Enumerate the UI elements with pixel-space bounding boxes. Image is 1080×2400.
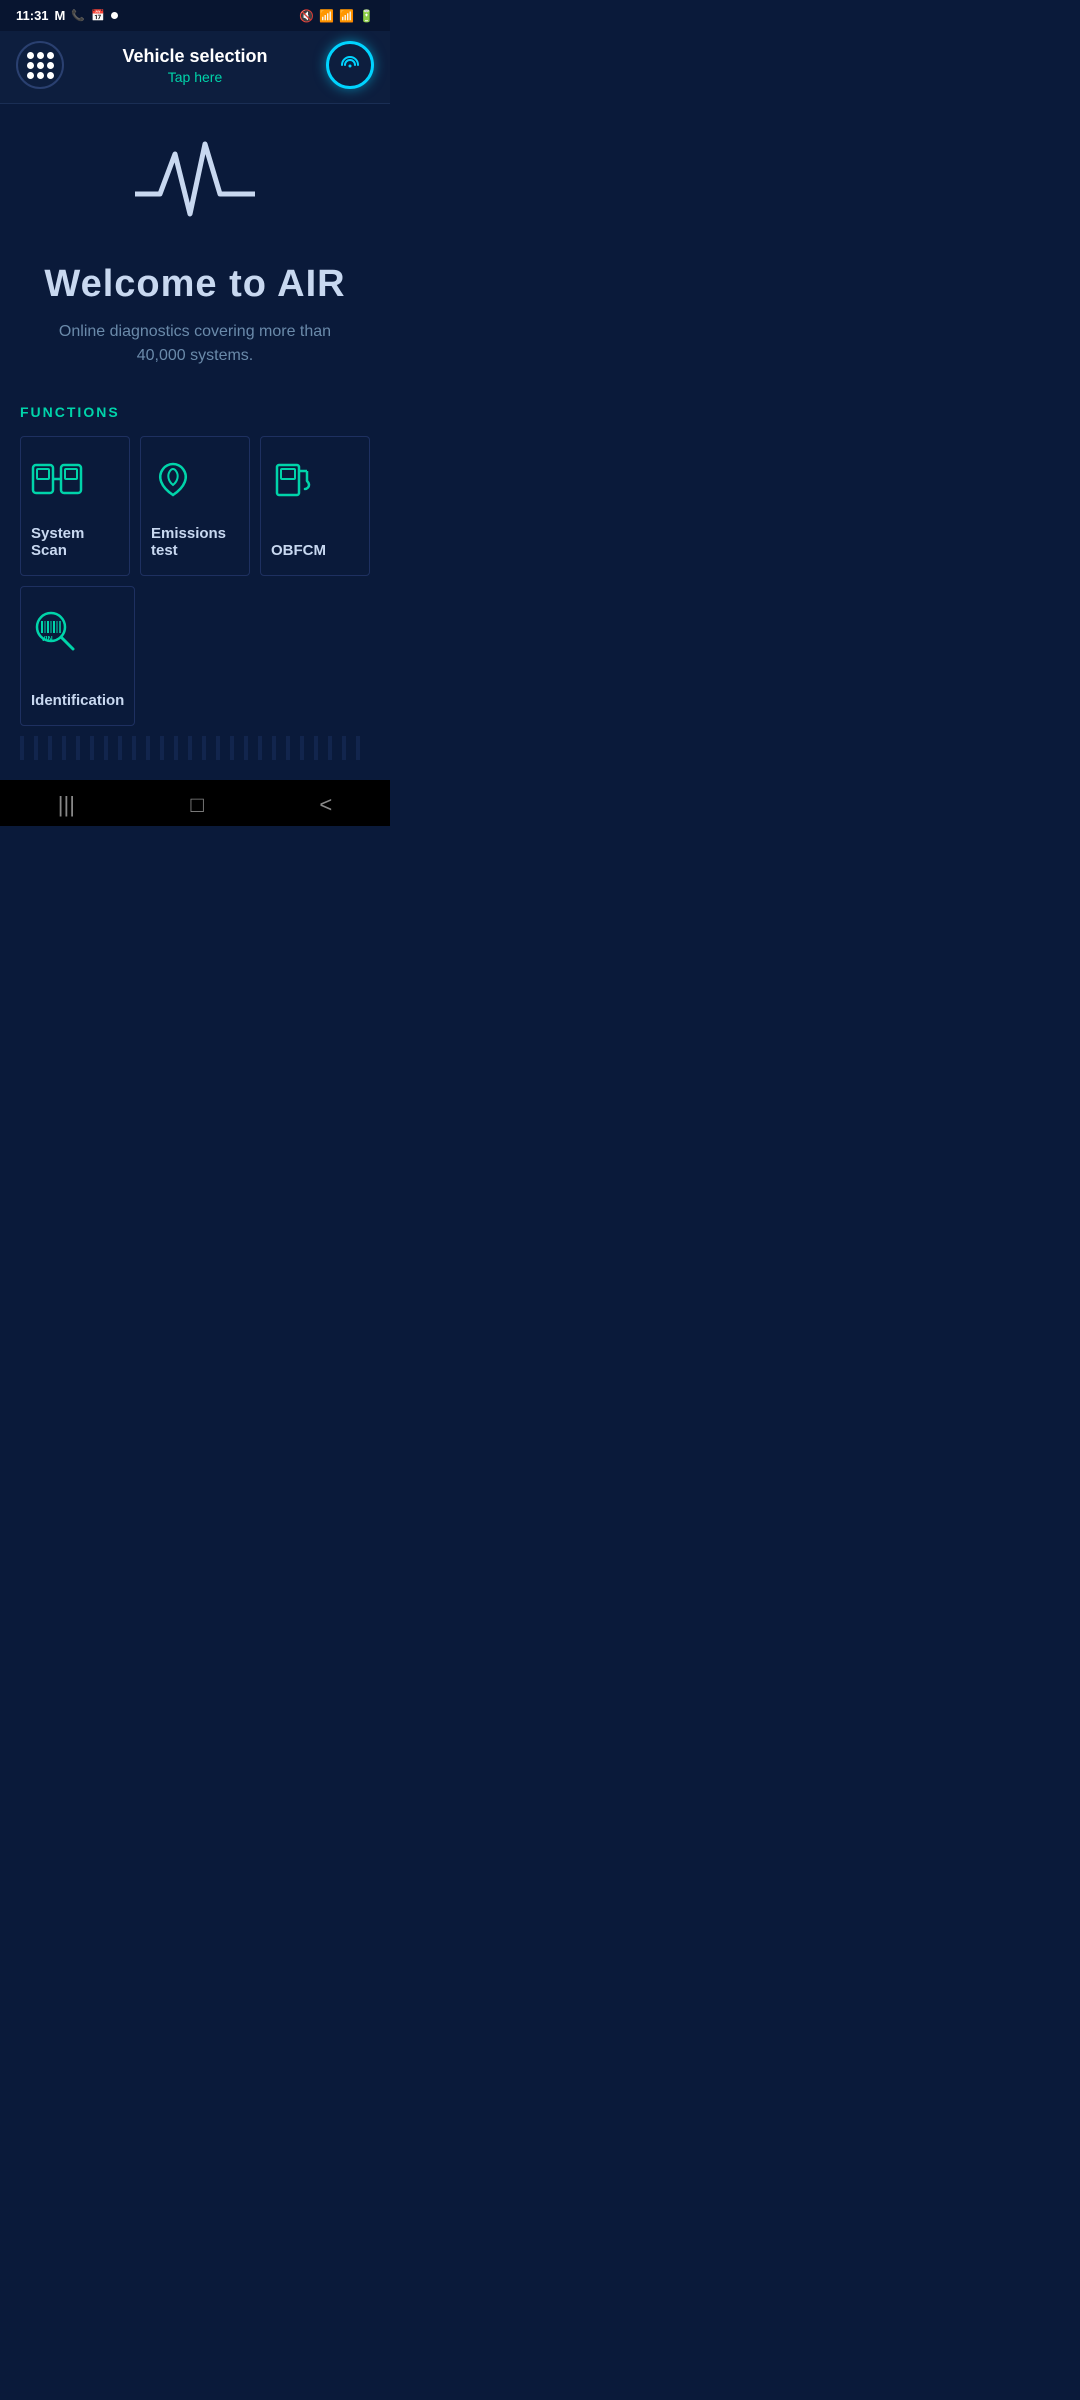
decorative-dots <box>20 736 370 760</box>
status-bar: 11:31 M 📞 📅 🔇 📶 📶 🔋 <box>0 0 390 31</box>
gmail-icon: M <box>55 8 66 23</box>
menu-button[interactable] <box>16 41 64 89</box>
obfcm-card[interactable]: OBFCM <box>260 436 370 576</box>
status-right: 🔇 📶 📶 🔋 <box>299 9 374 23</box>
emissions-icon <box>151 457 195 510</box>
nav-home-button[interactable]: □ <box>191 792 204 818</box>
mute-icon: 🔇 <box>299 9 314 23</box>
main-content: Welcome to AIR Online diagnostics coveri… <box>0 104 390 780</box>
emissions-test-card[interactable]: Emissions test <box>140 436 250 576</box>
functions-grid-bottom: VIN Identification <box>20 586 370 726</box>
welcome-title: Welcome to AIR <box>44 263 345 306</box>
wifi-icon: 📶 <box>319 9 334 23</box>
functions-label: FUNCTIONS <box>20 404 370 420</box>
header-center[interactable]: Vehicle selection Tap here <box>122 46 267 85</box>
svg-text:VIN: VIN <box>41 636 53 643</box>
nav-back-button[interactable]: < <box>319 792 332 818</box>
phone-icon: 📞 <box>71 9 85 22</box>
emissions-label: Emissions test <box>151 525 239 559</box>
obfcm-label: OBFCM <box>271 542 326 559</box>
identification-icon: VIN <box>31 607 83 660</box>
identification-label: Identification <box>31 692 124 709</box>
tap-here-label: Tap here <box>122 69 267 85</box>
calendar-icon: 📅 <box>91 9 105 22</box>
nav-menu-button[interactable]: ||| <box>58 792 75 818</box>
vehicle-selection-title: Vehicle selection <box>122 46 267 67</box>
identification-card[interactable]: VIN Identification <box>20 586 135 726</box>
functions-grid-top: System Scan Emissions test <box>20 436 370 576</box>
wireless-icon <box>337 52 363 78</box>
grid-icon <box>27 52 54 79</box>
functions-section: FUNCTIONS System Scan <box>20 404 370 726</box>
time: 11:31 <box>16 8 49 23</box>
welcome-subtitle: Online diagnostics covering more than 40… <box>55 320 335 368</box>
system-scan-card[interactable]: System Scan <box>20 436 130 576</box>
battery-icon: 🔋 <box>359 9 374 23</box>
bluetooth-button[interactable] <box>326 41 374 89</box>
system-scan-icon <box>31 457 83 510</box>
status-left: 11:31 M 📞 📅 <box>16 8 118 23</box>
signal-icon: 📶 <box>339 9 354 23</box>
logo-icon <box>135 134 255 239</box>
obfcm-icon <box>271 457 315 510</box>
notification-dot <box>111 12 118 19</box>
header: Vehicle selection Tap here <box>0 31 390 104</box>
system-scan-label: System Scan <box>31 525 119 559</box>
nav-bar: ||| □ < <box>0 780 390 826</box>
